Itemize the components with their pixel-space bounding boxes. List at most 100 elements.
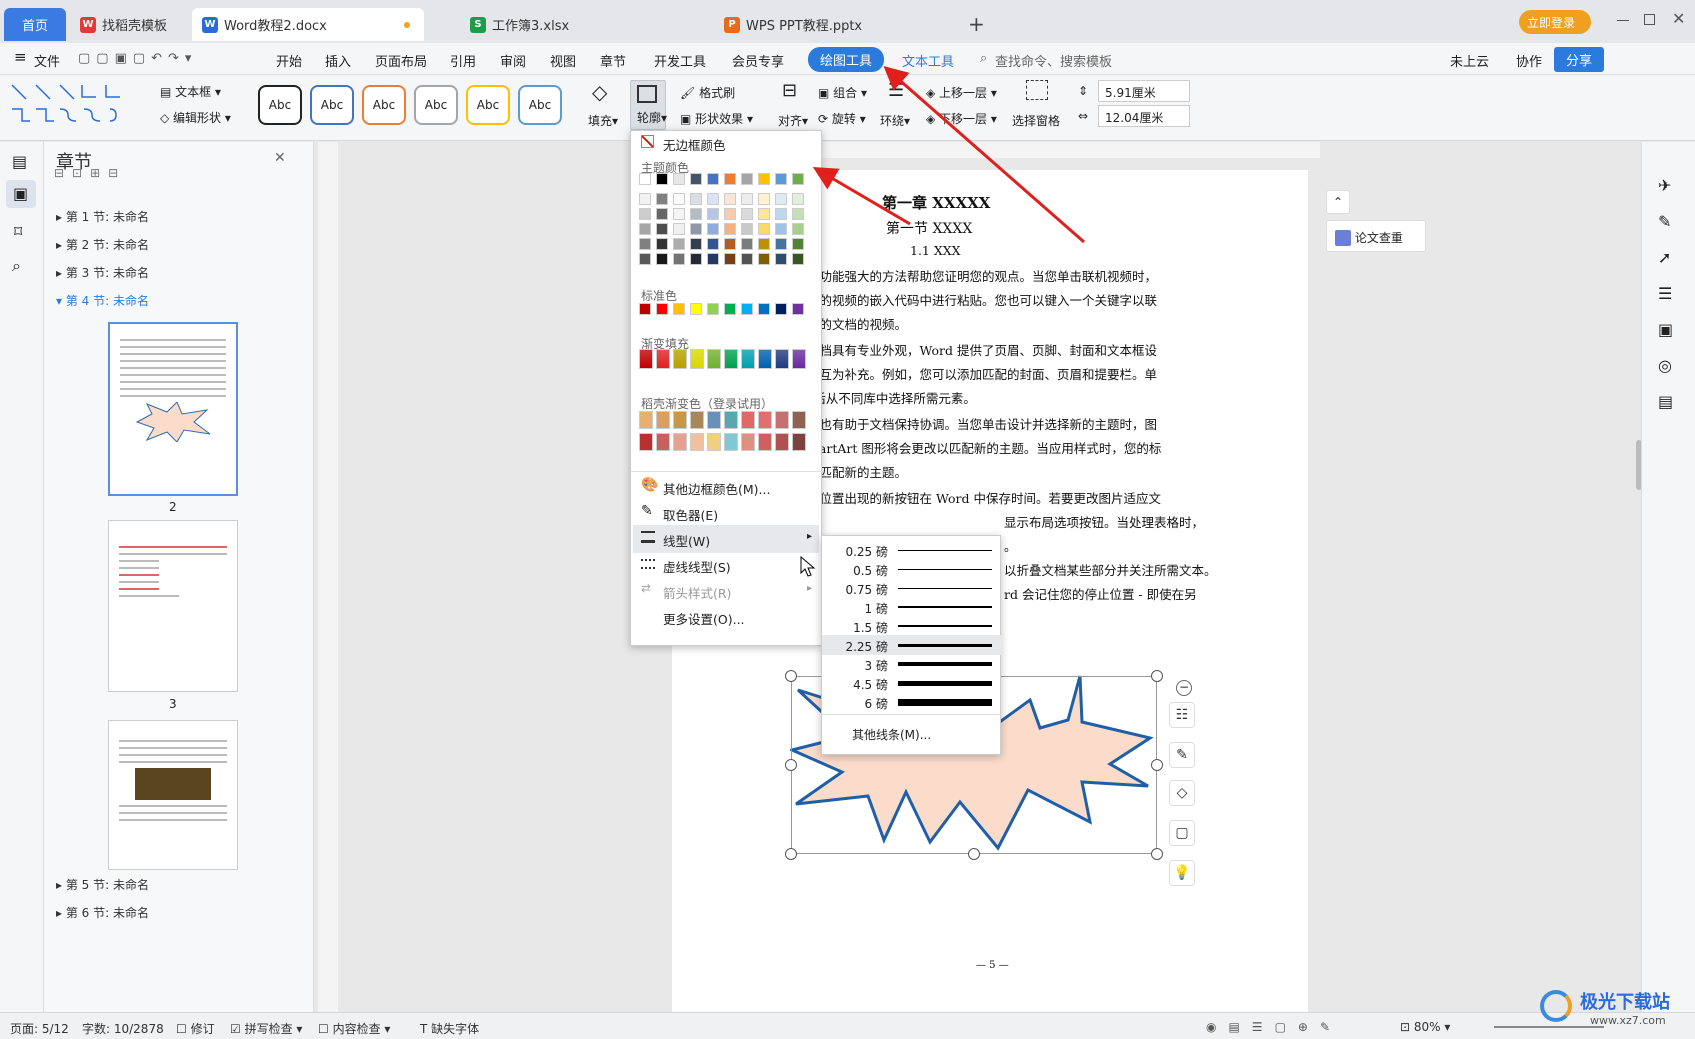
menu-view[interactable]: 视图 — [550, 51, 576, 70]
resize-handle-bl[interactable] — [785, 848, 797, 860]
settings-icon[interactable]: ☰ — [1658, 284, 1672, 303]
daoke-swatch[interactable] — [741, 411, 755, 429]
daoke-swatch[interactable] — [639, 411, 653, 429]
theme-shade-swatch[interactable] — [775, 223, 787, 235]
textbox-button[interactable]: ▤ 文本框 ▾ — [160, 83, 221, 100]
resize-handle-br[interactable] — [1151, 848, 1163, 860]
zoom-level[interactable]: ⊡ 80% ▾ — [1400, 1020, 1450, 1034]
standard-swatch[interactable] — [741, 303, 753, 315]
standard-swatch[interactable] — [673, 303, 685, 315]
theme-shade-swatch[interactable] — [673, 208, 685, 220]
cursor-icon[interactable]: ➚ — [1658, 248, 1671, 267]
theme-shade-swatch[interactable] — [656, 238, 668, 250]
line-weight-option[interactable]: 0.25 磅 — [822, 540, 1002, 560]
gradient-swatch[interactable] — [758, 349, 772, 369]
login-button[interactable]: 立即登录 — [1519, 10, 1591, 34]
standard-swatch[interactable] — [707, 303, 719, 315]
section-item-4[interactable]: ▾ 第 4 节: 未命名 — [56, 292, 149, 309]
theme-swatch[interactable] — [758, 173, 770, 185]
section-item-3[interactable]: ▸ 第 3 节: 未命名 — [56, 264, 149, 281]
format-painter-button[interactable]: 🖌 格式刷 — [680, 84, 735, 101]
theme-swatch[interactable] — [741, 173, 753, 185]
resize-handle-tr[interactable] — [1151, 670, 1163, 682]
theme-shade-swatch[interactable] — [724, 223, 736, 235]
find-icon[interactable]: ⌕ — [12, 256, 21, 276]
menu-insert[interactable]: 插入 — [325, 51, 351, 70]
style-preset-5[interactable]: Abc — [466, 85, 510, 125]
scroll-up-icon[interactable]: ⌃ — [1326, 190, 1350, 214]
standard-swatch[interactable] — [758, 303, 770, 315]
resize-handle-bm[interactable] — [968, 848, 980, 860]
section-item-6[interactable]: ▸ 第 6 节: 未命名 — [56, 904, 149, 921]
paper-check-button[interactable]: 论文查重 — [1326, 220, 1426, 252]
gradient-swatch[interactable] — [775, 349, 789, 369]
tab-word-doc[interactable]: W Word教程2.docx — [192, 8, 424, 41]
resize-handle-tl[interactable] — [785, 670, 797, 682]
collab-button[interactable]: 协作 — [1516, 51, 1542, 70]
resize-handle-ml[interactable] — [785, 759, 797, 771]
menu-member[interactable]: 会员专享 — [732, 51, 784, 70]
daoke-swatch[interactable] — [656, 411, 670, 429]
close-icon[interactable]: ✕ — [1672, 9, 1685, 28]
section-item-1[interactable]: ▸ 第 1 节: 未命名 — [56, 208, 149, 225]
style-preset-6[interactable]: Abc — [518, 85, 562, 125]
theme-shade-swatch[interactable] — [758, 193, 770, 205]
theme-shade-swatch[interactable] — [775, 253, 787, 265]
theme-shade-swatch[interactable] — [639, 253, 651, 265]
theme-shade-swatch[interactable] — [758, 223, 770, 235]
collapse-float-icon[interactable]: − — [1176, 680, 1192, 696]
line-weight-option[interactable]: 1.5 磅 — [822, 616, 1002, 636]
rocket-icon[interactable]: ✈ — [1658, 176, 1671, 195]
theme-shade-swatch[interactable] — [690, 208, 702, 220]
style-preset-4[interactable]: Abc — [414, 85, 458, 125]
gradient-swatch[interactable] — [724, 349, 738, 369]
book-icon[interactable]: ▤ — [1658, 392, 1673, 411]
theme-shade-swatch[interactable] — [741, 223, 753, 235]
outline-float-icon[interactable]: ▢ — [1169, 820, 1195, 846]
section-item-2[interactable]: ▸ 第 2 节: 未命名 — [56, 236, 149, 253]
style-preset-1[interactable]: Abc — [258, 85, 302, 125]
gradient-swatch[interactable] — [673, 349, 687, 369]
resize-handle-mr[interactable] — [1151, 759, 1163, 771]
theme-shade-swatch[interactable] — [673, 253, 685, 265]
outline-button[interactable]: 轮廓▾ — [630, 80, 667, 130]
page-thumb-2[interactable] — [108, 322, 238, 496]
theme-shade-swatch[interactable] — [690, 253, 702, 265]
line-shapes-gallery[interactable] — [10, 83, 140, 133]
theme-swatch[interactable] — [639, 173, 651, 185]
page-thumb-4[interactable] — [108, 720, 238, 870]
menu-references[interactable]: 引用 — [450, 51, 476, 70]
theme-shade-swatch[interactable] — [775, 193, 787, 205]
daoke-swatch[interactable] — [707, 433, 721, 451]
theme-swatch[interactable] — [724, 173, 736, 185]
daoke-swatch[interactable] — [724, 411, 738, 429]
theme-shade-swatch[interactable] — [758, 208, 770, 220]
no-border-color-item[interactable]: 无边框颜色 — [663, 135, 726, 154]
content-check[interactable]: ☐ 内容检查 ▾ — [318, 1020, 390, 1037]
other-lines-item[interactable]: 其他线条(M)... — [852, 726, 931, 743]
zoom-slider[interactable] — [1494, 1026, 1604, 1028]
daoke-swatch[interactable] — [775, 411, 789, 429]
panel-close-icon[interactable]: ✕ — [274, 150, 286, 166]
theme-shade-swatch[interactable] — [656, 223, 668, 235]
line-weight-option[interactable]: 0.5 磅 — [822, 559, 1002, 579]
theme-swatch[interactable] — [690, 173, 702, 185]
theme-shade-swatch[interactable] — [656, 208, 668, 220]
more-border-colors-item[interactable]: 其他边框颜色(M)... — [663, 479, 770, 498]
style-preset-2[interactable]: Abc — [310, 85, 354, 125]
edit-shape-button[interactable]: ◇ 编辑形状 ▾ — [160, 109, 231, 126]
standard-swatch[interactable] — [775, 303, 787, 315]
theme-shade-swatch[interactable] — [690, 193, 702, 205]
line-weight-option[interactable]: 1 磅 — [822, 597, 1002, 617]
daoke-swatch[interactable] — [673, 433, 687, 451]
bookmark-icon[interactable]: ⌑ — [14, 222, 22, 241]
daoke-swatch[interactable] — [673, 411, 687, 429]
theme-shade-swatch[interactable] — [724, 253, 736, 265]
daoke-swatch[interactable] — [690, 411, 704, 429]
menu-chapter[interactable]: 章节 — [600, 51, 626, 70]
theme-swatch[interactable] — [707, 173, 719, 185]
daoke-swatch[interactable] — [690, 433, 704, 451]
fill-float-icon[interactable]: ◇ — [1169, 780, 1195, 806]
theme-shade-swatch[interactable] — [741, 253, 753, 265]
minimize-icon[interactable] — [1617, 20, 1629, 21]
